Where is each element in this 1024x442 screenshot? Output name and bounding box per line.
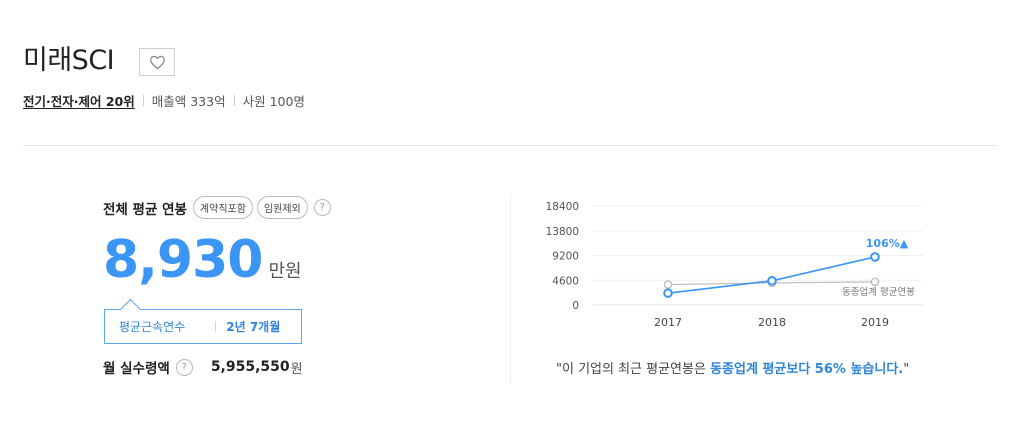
y-tick-label: 9200 — [552, 251, 579, 263]
summary-prefix: "이 기업의 최근 평균연봉은 — [556, 362, 711, 377]
employees-text: 사원 100명 — [242, 94, 305, 109]
tenure-label: 평균근속연수 — [119, 320, 186, 334]
company-data-point — [767, 275, 777, 286]
company-meta: 전기·전자·제어 20위 매출액 333억 사원 100명 — [23, 91, 305, 110]
salary-trend-chart: 18400 13800 9200 4600 0 2017 2018 2019 동종업계 평균연… — [546, 201, 923, 329]
meta-separator — [142, 95, 144, 106]
heart-icon — [149, 55, 165, 69]
x-tick-label: 2018 — [758, 316, 786, 329]
revenue-text: 매출액 333억 — [151, 94, 226, 109]
summary-highlight: 동종업계 평균보다 56% 높습니다. — [710, 362, 904, 377]
monthly-net-pay: 월 실수령액 ? 5,955,550 원 — [103, 357, 303, 377]
tenure-box: 평균근속연수 2년 7개월 — [104, 309, 302, 344]
industry-data-point — [870, 277, 880, 287]
y-tick-label: 13800 — [546, 226, 579, 238]
avg-salary-header: 전체 평균 연봉 계약직포함 임원제외 ? — [103, 196, 331, 219]
monthly-help-icon[interactable]: ? — [175, 358, 193, 376]
y-tick-label: 0 — [572, 300, 579, 312]
monthly-net-value: 5,955,550 — [210, 359, 290, 375]
monthly-net-label: 월 실수령액 — [103, 361, 170, 377]
salary-summary: "이 기업의 최근 평균연봉은 동종업계 평균보다 56% 높습니다." — [556, 358, 909, 377]
avg-salary-value: 8,930 만원 — [103, 230, 302, 290]
tenure-separator — [215, 321, 217, 332]
y-tick-label: 4600 — [552, 275, 579, 287]
avg-salary-unit: 만원 — [268, 261, 302, 282]
monthly-net-unit: 원 — [290, 361, 303, 377]
meta-separator — [233, 95, 235, 106]
avg-salary-number: 8,930 — [103, 230, 263, 290]
y-tick-label: 18400 — [546, 201, 579, 213]
company-name: 미래SCI — [23, 45, 115, 76]
tenure-value: 2년 7개월 — [226, 320, 281, 334]
company-data-point — [663, 288, 673, 298]
avg-salary-label: 전체 평균 연봉 — [103, 201, 187, 218]
industry-legend-label: 동종업계 평균연봉 — [842, 286, 915, 298]
summary-suffix: " — [903, 362, 910, 377]
industry-rank-link[interactable]: 전기·전자·제어 20위 — [23, 91, 135, 110]
favorite-button[interactable] — [139, 48, 175, 76]
contract-included-tag: 계약직포함 — [192, 196, 253, 219]
industry-data-point — [663, 280, 673, 289]
section-divider — [23, 145, 998, 146]
executive-excluded-tag: 임원제외 — [256, 196, 308, 219]
growth-annotation: 106%▲ — [866, 237, 909, 250]
x-tick-label: 2017 — [654, 316, 682, 329]
salary-help-icon[interactable]: ? — [313, 199, 331, 216]
company-data-point — [870, 252, 880, 262]
x-tick-label: 2019 — [861, 316, 889, 329]
column-divider — [510, 195, 511, 383]
